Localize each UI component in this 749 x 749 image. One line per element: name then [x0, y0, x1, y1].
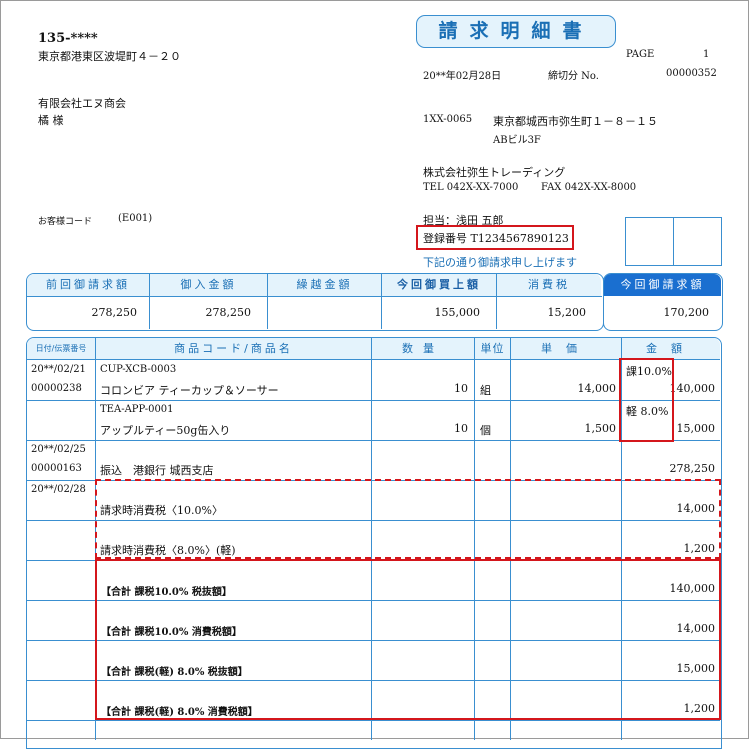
customer-code-label: お客様コード	[38, 217, 93, 227]
sender-postal: 1XX-0065	[423, 114, 473, 125]
row-date: 20**/02/21	[31, 364, 86, 375]
col-header-amount: 金額	[646, 342, 696, 355]
recipient-postal: 135-****	[38, 31, 98, 46]
document-number: 00000352	[666, 68, 717, 79]
sender-tel: TEL 042X-XX-7000	[423, 182, 519, 193]
col-header-date: 日付/伝票番号	[35, 344, 87, 353]
summary-value-total: 170,200	[663, 306, 710, 319]
document-title: 請求明細書	[416, 15, 616, 48]
summary-value-purchase: 155,000	[434, 306, 481, 319]
row-date: 20**/02/28	[31, 484, 86, 495]
recipient-address: 東京都港東区波堤町４－２０	[38, 50, 181, 63]
summary-header-total: 今回御請求額	[604, 274, 721, 296]
summary-value-prev: 278,250	[91, 306, 138, 319]
row-slip-number: 00000163	[31, 463, 82, 474]
sender-address1: 東京都城西市弥生町１－８－１５	[493, 115, 658, 128]
billing-note: 下記の通り御請求申し上げます	[423, 256, 577, 269]
summary-header-payment: 御入金額	[150, 274, 267, 296]
row-rule	[27, 720, 720, 721]
tax-category-highlight	[619, 358, 674, 442]
page-label: PAGE	[626, 49, 655, 60]
row-slip-number: 00000238	[31, 383, 82, 394]
sender-address2: ABビル3F	[493, 135, 541, 146]
summary-value-tax: 15,200	[547, 306, 587, 319]
col-header-price: 単価	[541, 342, 591, 355]
col-header-qty: 数量	[402, 342, 444, 355]
row-item-code: TEA-APP-0001	[100, 404, 174, 415]
row-amount: 278,250	[669, 462, 716, 475]
tax-totals-highlight	[95, 559, 721, 720]
row-date: 20**/02/25	[31, 444, 86, 455]
row-item-name: コロンビア ティーカップ＆ソーサー	[100, 384, 279, 397]
row-unit: 個	[480, 424, 491, 437]
row-price: 14,000	[577, 382, 617, 395]
summary-col-rule	[149, 274, 150, 329]
row-rule	[27, 440, 720, 441]
summary-header-prev: 前回御請求額	[27, 274, 149, 296]
summary-value-payment: 278,250	[205, 306, 252, 319]
stamp-divider	[673, 217, 674, 265]
row-item-code: CUP-XCB-0003	[100, 364, 177, 375]
row-price: 1,500	[584, 422, 617, 435]
summary-header-rule	[27, 296, 602, 297]
summary-header-tax: 消費税	[497, 274, 601, 296]
closing-label: 締切分 No.	[548, 71, 599, 82]
document-date: 20**年02月28日	[423, 71, 502, 82]
summary-header-carryover: 繰越金額	[268, 274, 381, 296]
registration-number: 登録番号 T1234567890123	[423, 232, 569, 245]
sender-company: 株式会社弥生トレーディング	[423, 166, 566, 179]
row-rule	[27, 400, 720, 401]
col-header-item: 商品コード/商品名	[174, 342, 293, 355]
row-unit: 組	[480, 384, 491, 397]
recipient-company: 有限会社エヌ商会	[38, 97, 126, 110]
summary-col-rule	[381, 274, 382, 329]
page-number: 1	[703, 49, 710, 60]
row-qty: 10	[454, 382, 468, 395]
sender-fax: FAX 042X-XX-8000	[541, 182, 637, 193]
summary-col-rule	[267, 274, 268, 329]
consumption-tax-highlight	[95, 479, 721, 559]
detail-header-rule	[27, 359, 720, 360]
row-qty: 10	[454, 422, 468, 435]
summary-col-rule	[496, 274, 497, 329]
recipient-person: 橘 様	[38, 114, 64, 127]
customer-code: (E001)	[118, 213, 153, 224]
row-item-name: 振込 港銀行 城西支店	[100, 464, 214, 477]
col-header-unit: 単位	[480, 342, 505, 355]
row-item-name: アップルティー50g缶入り	[100, 424, 231, 437]
summary-header-purchase: 今回御買上額	[382, 274, 496, 296]
